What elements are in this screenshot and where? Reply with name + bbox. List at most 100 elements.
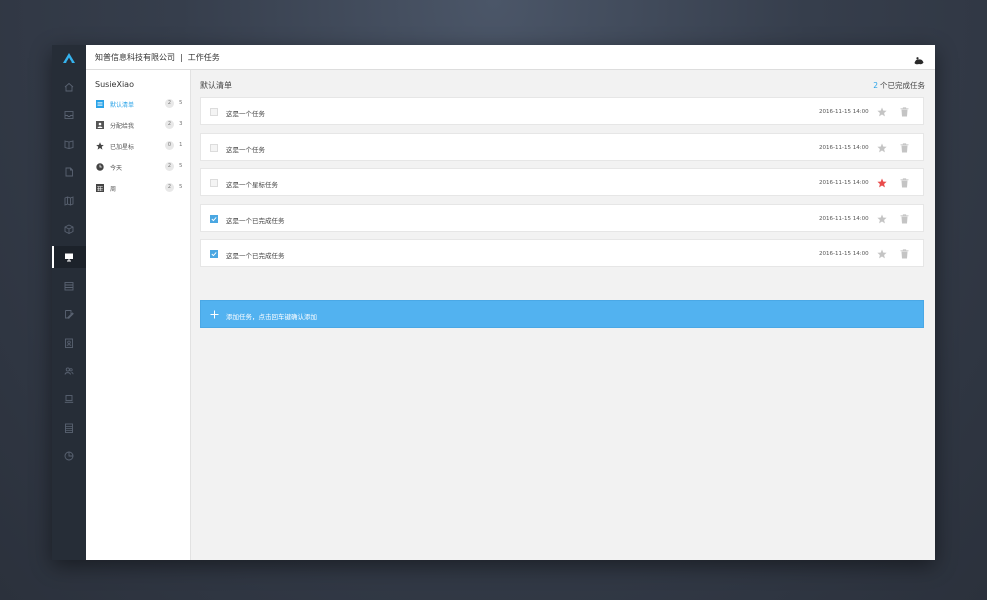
logo-icon bbox=[63, 52, 75, 63]
rail-item-monitor[interactable] bbox=[52, 246, 86, 269]
rail-item-inbox[interactable] bbox=[52, 104, 86, 126]
sidebar-item-total: 5 bbox=[179, 163, 183, 169]
completed-label: 个已完成任务 bbox=[880, 81, 925, 90]
sidebar-item-label: 分配给我 bbox=[110, 123, 135, 130]
sidebar-item-count: 2 bbox=[165, 162, 174, 171]
task-due-date: 2016-11-15 14:00 bbox=[819, 109, 869, 115]
header-separator: | bbox=[180, 52, 183, 62]
add-task-bar[interactable]: 添加任务，点击回车键确认添加 bbox=[200, 300, 924, 328]
trash-icon[interactable] bbox=[900, 107, 909, 117]
rail-item-laptop[interactable] bbox=[52, 388, 86, 410]
clock-icon bbox=[96, 163, 104, 171]
trash-icon[interactable] bbox=[900, 142, 909, 153]
rail-item-calendar[interactable] bbox=[52, 275, 86, 297]
sidebar-item[interactable]: 默认清单 2 5 bbox=[86, 96, 190, 112]
task-checkbox[interactable] bbox=[210, 108, 218, 116]
task-checkbox[interactable] bbox=[210, 250, 218, 258]
task-title: 这是一个任务 bbox=[226, 110, 265, 118]
task-title: 这是一个已完成任务 bbox=[226, 252, 285, 260]
sidebar-item-label: 默认清单 bbox=[110, 102, 135, 109]
user-name: SusieXiao bbox=[95, 80, 134, 89]
list-icon bbox=[96, 100, 104, 108]
header-bar: 知普信息科技有限公司 | 工作任务 bbox=[86, 45, 935, 70]
task-title: 这是一个星标任务 bbox=[226, 181, 278, 189]
sidebar-item-total: 5 bbox=[179, 184, 183, 190]
task-checkbox[interactable] bbox=[210, 143, 218, 152]
rail-item-contact[interactable] bbox=[52, 332, 86, 354]
users-icon bbox=[64, 367, 74, 375]
rail-item-map[interactable] bbox=[52, 190, 86, 212]
rail-item-document[interactable] bbox=[52, 161, 86, 183]
trash-icon[interactable] bbox=[900, 213, 909, 224]
task-due-date: 2016-11-15 14:00 bbox=[819, 144, 869, 151]
sidebar-item[interactable]: 周 25 bbox=[86, 180, 190, 196]
list-title: 默认清单 bbox=[200, 81, 232, 90]
task-title: 这是一个任务 bbox=[226, 145, 265, 154]
user-avatar-icon bbox=[913, 55, 925, 67]
edit-icon bbox=[65, 310, 74, 320]
star-icon[interactable] bbox=[877, 143, 887, 153]
task-row[interactable]: 这是一个任务 2016-11-15 14:00 bbox=[200, 132, 924, 161]
rail-item-users[interactable] bbox=[52, 360, 86, 382]
star-icon[interactable] bbox=[877, 107, 887, 117]
task-due-date: 2016-11-15 14:00 bbox=[819, 251, 869, 257]
star-icon bbox=[96, 142, 104, 150]
assign-icon bbox=[96, 121, 104, 129]
laptop-icon bbox=[64, 395, 74, 404]
checkmark-icon bbox=[211, 252, 217, 257]
checkmark-icon bbox=[211, 216, 217, 221]
sidebar-item-count: 0 bbox=[165, 141, 174, 150]
sidebar-item-count: 2 bbox=[165, 183, 174, 192]
task-panel: 默认清单 2 个已完成任务 这是一个任务 2016-11-15 14:00 这是一个任… bbox=[191, 70, 935, 560]
task-due-date: 2016-11-15 14:00 bbox=[819, 180, 869, 186]
section-title: 工作任务 bbox=[187, 52, 220, 62]
map-icon bbox=[64, 195, 74, 206]
sidebar-item[interactable]: 分配给我 2 3 bbox=[86, 117, 190, 133]
document-icon bbox=[65, 167, 73, 177]
task-title: 这是一个已完成任务 bbox=[226, 216, 285, 225]
rail-item-table[interactable] bbox=[52, 417, 86, 439]
star-icon[interactable] bbox=[877, 249, 887, 259]
app-logo[interactable] bbox=[52, 45, 86, 70]
sidebar-item[interactable]: 已加星标 0 1 bbox=[86, 138, 190, 154]
icon-rail bbox=[52, 45, 86, 560]
task-checkbox[interactable] bbox=[210, 179, 218, 187]
sidebar-item-total: 5 bbox=[179, 100, 183, 106]
completed-summary[interactable]: 2 个已完成任务 bbox=[873, 80, 925, 91]
sidebar-item-count: 2 bbox=[165, 120, 174, 129]
task-due-date: 2016-11-15 14:00 bbox=[819, 215, 869, 222]
add-task-input[interactable]: 添加任务，点击回车键确认添加 bbox=[226, 311, 317, 321]
company-name: 知普信息科技有限公司 bbox=[95, 52, 175, 62]
sidebar-item-label: 已加星标 bbox=[110, 144, 135, 151]
avatar[interactable] bbox=[913, 52, 925, 67]
plus-icon bbox=[210, 310, 219, 319]
box-icon bbox=[64, 224, 74, 234]
task-row[interactable]: 这是一个已完成任务 2016-11-15 14:00 bbox=[200, 203, 924, 232]
contact-icon bbox=[65, 338, 73, 348]
sidebar-item-count: 2 bbox=[165, 99, 174, 108]
trash-icon[interactable] bbox=[900, 178, 909, 188]
rail-item-box[interactable] bbox=[52, 218, 86, 240]
trash-icon[interactable] bbox=[900, 249, 909, 259]
calendar-week-icon bbox=[96, 184, 104, 192]
completed-count: 2 bbox=[873, 81, 878, 90]
task-row[interactable]: 这是一个星标任务 2016-11-15 14:00 bbox=[200, 168, 924, 196]
book-icon bbox=[64, 140, 74, 149]
inbox-icon bbox=[64, 111, 74, 120]
pie-chart-icon bbox=[64, 451, 74, 461]
sidebar-item-total: 3 bbox=[179, 121, 183, 127]
rail-item-pie-chart[interactable] bbox=[52, 445, 86, 467]
monitor-icon bbox=[65, 253, 73, 262]
star-icon[interactable] bbox=[877, 178, 887, 188]
sidebar-item[interactable]: 今天 2 5 bbox=[86, 159, 190, 175]
list-sidebar: SusieXiao 默认清单 2 5 分配给我 2 3 已加星标 0 1 今天 2 5 周 2 5 bbox=[86, 70, 191, 560]
sidebar-item-total: 1 bbox=[179, 142, 183, 148]
rail-item-home[interactable] bbox=[52, 76, 86, 98]
star-icon[interactable] bbox=[877, 214, 887, 224]
task-checkbox[interactable] bbox=[210, 214, 218, 223]
rail-item-book[interactable] bbox=[52, 133, 86, 155]
task-row[interactable]: 这是一个已完成任务 2016-11-15 14:00 bbox=[200, 239, 924, 267]
task-row[interactable]: 这是一个任务 2016-11-15 14:00 bbox=[200, 97, 924, 125]
app-window: 知普信息科技有限公司 | 工作任务 SusieXiao 默认清单 2 5 分配给我 2 3… bbox=[52, 45, 935, 560]
rail-item-edit[interactable] bbox=[52, 303, 86, 325]
